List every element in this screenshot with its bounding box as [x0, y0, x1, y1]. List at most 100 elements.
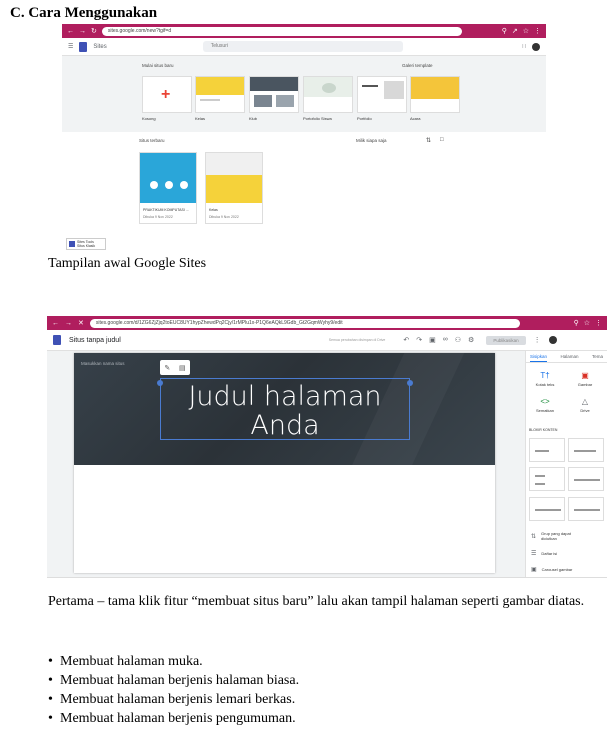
tab-pages[interactable]: Halaman [560, 354, 578, 362]
owner-filter[interactable]: Milik siapa saja [356, 138, 387, 143]
collapse-icon: ⇅ [531, 533, 537, 540]
app-name: Sites [93, 43, 107, 50]
layout-option[interactable] [568, 467, 604, 491]
template-blank[interactable]: + [142, 76, 192, 113]
drive-icon: △ [581, 397, 589, 406]
layout-option[interactable] [568, 438, 604, 462]
list-item: Membuat halaman berjenis halaman biasa. [48, 671, 299, 690]
element-toolbar: ✎ ▤ [160, 360, 190, 375]
star-icon[interactable]: ☆ [584, 320, 590, 327]
search-input[interactable]: Telusuri [202, 41, 403, 52]
collapsible-group-item[interactable]: ⇅ Grup yang dapat diciutkan [531, 531, 581, 541]
close-icon[interactable]: ✕ [78, 320, 84, 327]
image-carousel-item[interactable]: ▣ Carousel gambar [531, 566, 572, 573]
more-icon[interactable]: ⋮ [534, 28, 541, 35]
template-name: Acara [410, 116, 421, 121]
instruction-paragraph: Pertama – tama klik fitur “membuat situs… [48, 594, 585, 609]
template-name: Kelas [195, 116, 206, 121]
embed-icon: <> [540, 397, 550, 406]
star-icon[interactable]: ☆ [523, 28, 529, 35]
image-icon: ▣ [581, 371, 589, 380]
header-banner[interactable]: Masukkan nama situs ✎ ▤ Judul halaman An… [74, 353, 495, 465]
forward-arrow-icon[interactable]: → [65, 320, 72, 327]
document-title[interactable]: Situs tanpa judul [69, 337, 121, 344]
preview-icon[interactable]: ▣ [429, 336, 436, 344]
layouts-header: BLOKIR KONTEN [529, 428, 558, 432]
layout-option[interactable] [529, 438, 565, 462]
insert-drive-button[interactable]: △ Drive [568, 397, 602, 413]
sort-icon[interactable]: ⇅ [426, 137, 431, 144]
side-item-label: Carousel gambar [541, 567, 573, 572]
tab-insert[interactable]: Sisipkan [530, 354, 548, 362]
browser-bar: ← → ✕ sites.google.com/d/1ZG6ZjZjq2toEUC… [47, 316, 607, 330]
recent-label: Situs terbaru [139, 138, 165, 143]
start-label: Mulai situs baru [142, 63, 174, 68]
editor-toolbar: Situs tanpa judul Semua perubahan disimp… [47, 330, 607, 351]
trash-icon[interactable]: ▤ [179, 364, 186, 372]
template-name: Portfolio [357, 116, 372, 121]
tag-line: Situs Klasik [77, 244, 96, 248]
publish-button[interactable]: Publikasikan [486, 335, 526, 345]
more-icon[interactable]: ⋮ [534, 336, 541, 344]
template-class[interactable] [195, 76, 245, 113]
sites-logo-icon [79, 41, 88, 52]
settings-icon[interactable]: ⚙ [468, 336, 474, 344]
avatar[interactable] [532, 42, 540, 51]
browser-bar: ← → ↻ sites.google.com/new?tgif=d ⚲ ↗ ☆ … [62, 24, 546, 38]
back-arrow-icon[interactable]: ← [52, 320, 59, 327]
template-club[interactable] [249, 76, 299, 113]
table-of-contents-item[interactable]: ☰ Daftar isi [531, 550, 557, 557]
pencil-icon[interactable]: ✎ [164, 364, 170, 372]
side-item-label: Daftar isi [541, 551, 558, 556]
redo-icon[interactable]: ↷ [416, 336, 422, 344]
template-portfolio[interactable] [357, 76, 407, 113]
list-item: Membuat halaman berjenis pengumuman. [48, 709, 299, 728]
template-gallery-button[interactable]: Galeri template [402, 63, 433, 68]
menu-icon[interactable]: ☰ [68, 43, 73, 50]
share-icon[interactable]: ⚇ [455, 336, 461, 344]
forward-arrow-icon[interactable]: → [79, 28, 86, 35]
template-name: Kosong [142, 116, 156, 121]
avatar[interactable] [548, 336, 557, 344]
layout-option[interactable] [529, 497, 565, 521]
classic-sites-tag[interactable]: Sites Tools Situs Klasik [66, 238, 106, 250]
template-student-portfolio[interactable] [303, 76, 353, 113]
sites-app-bar: ☰ Sites Telusuri ∷ [62, 38, 546, 56]
page-title-box[interactable]: Judul halaman Anda [160, 378, 410, 440]
screenshot-sites-home: ← → ↻ sites.google.com/new?tgif=d ⚲ ↗ ☆ … [62, 24, 546, 233]
address-bar[interactable]: sites.google.com/d/1ZG6ZjZjq2toEUC8UY1hy… [89, 318, 520, 328]
grid-icon[interactable]: ∷ [522, 43, 526, 50]
textbox-icon: T† [540, 371, 550, 380]
search-icon[interactable]: ⚲ [574, 320, 579, 327]
site-name: Kelas [209, 208, 218, 212]
link-icon[interactable]: ∞ [443, 336, 448, 344]
reload-icon[interactable]: ↻ [91, 28, 97, 35]
insert-embed-button[interactable]: <> Sematkan [528, 397, 562, 413]
recent-site-card[interactable]: PRAKTIKUM KOMPUTASI ... Dibuka 9 Nov 202… [139, 152, 197, 224]
page-title[interactable]: Judul halaman Anda [161, 382, 409, 440]
more-icon[interactable]: ⋮ [595, 320, 602, 327]
template-name: Portofolio Siswa [303, 116, 332, 121]
insert-image-button[interactable]: ▣ Gambar [568, 371, 602, 387]
title-line: Anda [250, 410, 320, 441]
address-bar[interactable]: sites.google.com/new?tgif=d [101, 26, 462, 36]
insert-textbox-button[interactable]: T† Kotak teks [528, 371, 562, 387]
editor-canvas: Masukkan nama situs ✎ ▤ Judul halaman An… [47, 351, 525, 577]
back-arrow-icon[interactable]: ← [67, 28, 74, 35]
resize-handle[interactable] [157, 380, 163, 386]
recent-sites-section: Situs terbaru Milik siapa saja ⇅ □ PRAKT… [62, 132, 546, 233]
tab-themes[interactable]: Tema [592, 354, 603, 362]
recent-site-card[interactable]: Kelas Dibuka 9 Nov 2022 [205, 152, 263, 224]
undo-icon[interactable]: ↶ [403, 336, 409, 344]
site-name-input[interactable]: Masukkan nama situs [81, 361, 125, 366]
list-icon: ☰ [531, 551, 537, 557]
folder-icon[interactable]: □ [440, 137, 444, 143]
bullet-list: Membuat halaman muka. Membuat halaman be… [48, 652, 299, 728]
search-icon[interactable]: ⚲ [502, 28, 507, 35]
template-event[interactable] [410, 76, 460, 113]
sites-logo-icon [69, 241, 75, 247]
layout-option[interactable] [568, 497, 604, 521]
share-icon[interactable]: ↗ [512, 28, 518, 35]
resize-handle[interactable] [407, 380, 413, 386]
layout-option[interactable] [529, 467, 565, 491]
